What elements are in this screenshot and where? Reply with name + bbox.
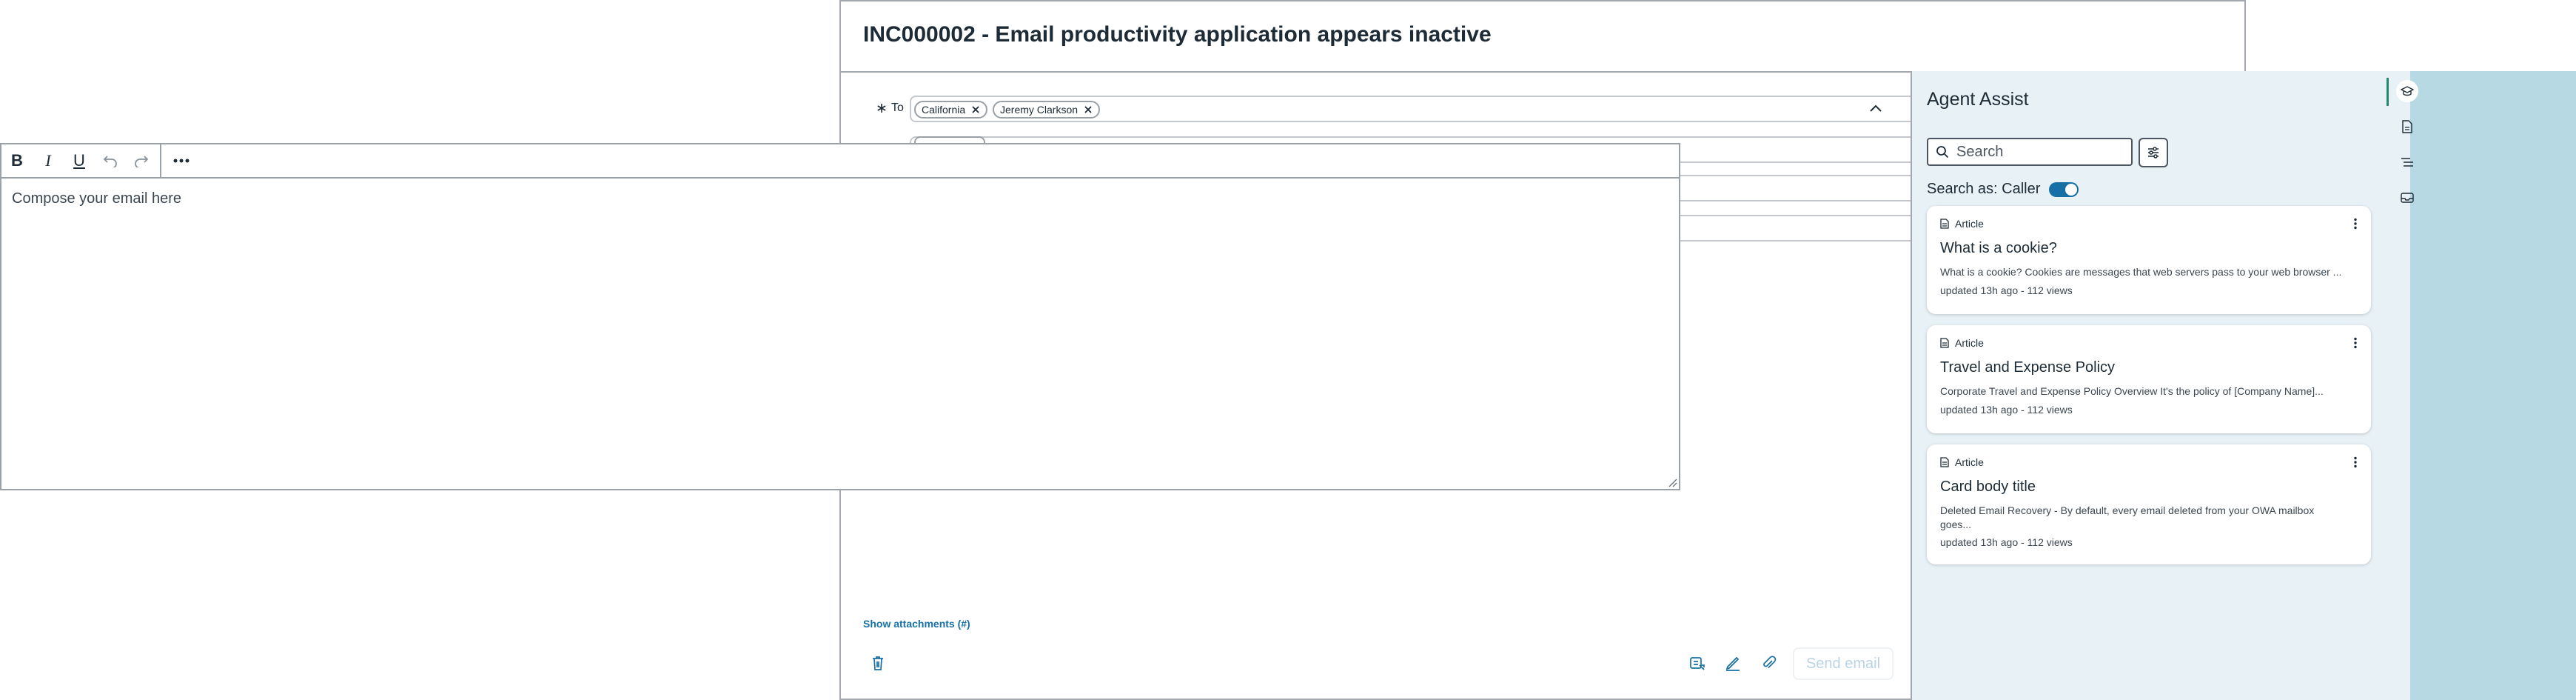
list-icon xyxy=(2401,158,2413,167)
to-label: To xyxy=(876,101,904,115)
composer-toolbar: B I U xyxy=(1,144,1679,179)
to-label-text: To xyxy=(891,101,904,114)
article-card[interactable]: Article Card body title Deleted Email Re… xyxy=(1927,444,2371,564)
resize-handle-icon[interactable] xyxy=(1667,477,1677,487)
to-field[interactable]: California Jeremy Clarkson xyxy=(910,96,1961,122)
more-vertical-icon[interactable] xyxy=(2353,337,2358,349)
card-type-label: Article xyxy=(1955,456,1984,468)
card-type: Article xyxy=(1940,456,1984,468)
search-box[interactable] xyxy=(1927,138,2133,166)
more-options-button[interactable] xyxy=(166,145,197,176)
paperclip-icon[interactable] xyxy=(1760,655,1777,671)
filter-button[interactable] xyxy=(2139,138,2168,167)
article-card[interactable]: Article Travel and Expense Policy Corpor… xyxy=(1927,325,2371,433)
signature-icon[interactable] xyxy=(1725,655,1741,671)
trash-icon[interactable] xyxy=(871,655,885,671)
undo-button[interactable] xyxy=(95,145,126,176)
search-icon xyxy=(1936,146,1949,159)
send-email-button[interactable]: Send email xyxy=(1793,647,1894,680)
more-horizontal-icon xyxy=(173,159,189,163)
rail-inbox-button[interactable] xyxy=(2396,187,2418,209)
right-rail xyxy=(2385,71,2576,700)
more-vertical-icon[interactable] xyxy=(2353,456,2358,468)
redo-icon xyxy=(135,156,149,167)
underline-button[interactable]: U xyxy=(64,145,95,176)
toolbar-divider xyxy=(160,144,161,178)
document-icon xyxy=(1940,457,1949,467)
record-header: INC000002 - Email productivity applicati… xyxy=(841,1,2244,73)
document-icon xyxy=(2402,120,2412,133)
insert-template-icon[interactable] xyxy=(1689,655,1705,671)
page-title: INC000002 - Email productivity applicati… xyxy=(863,22,1492,47)
card-meta: updated 13h ago - 112 views xyxy=(1940,404,2073,416)
bold-button[interactable]: B xyxy=(1,145,33,176)
recipient-name: California xyxy=(922,104,966,116)
recipient-pill[interactable]: California xyxy=(914,101,988,119)
document-icon xyxy=(1940,338,1949,348)
card-body: Corporate Travel and Expense Policy Over… xyxy=(1940,385,2324,397)
filter-sliders-icon xyxy=(2148,147,2159,159)
italic-button[interactable]: I xyxy=(33,145,64,176)
composer-placeholder[interactable]: Compose your email here xyxy=(12,190,181,207)
show-attachments-link[interactable]: Show attachments (#) xyxy=(863,618,970,630)
rail-active-indicator xyxy=(2387,78,2389,106)
more-vertical-icon[interactable] xyxy=(2353,218,2358,230)
card-body: Deleted Email Recovery - By default, eve… xyxy=(1940,504,2315,530)
card-type-label: Article xyxy=(1955,218,1984,230)
article-card[interactable]: Article What is a cookie? What is a cook… xyxy=(1927,206,2371,314)
card-title[interactable]: Card body title xyxy=(1940,479,2036,496)
card-body: What is a cookie? Cookies are messages t… xyxy=(1940,266,2342,278)
email-composer[interactable]: B I U Compose your email here xyxy=(0,143,1680,490)
rail-background xyxy=(2410,71,2576,700)
required-asterisk-icon xyxy=(877,104,886,113)
collapse-recipients-button[interactable] xyxy=(1865,98,1886,119)
caller-toggle[interactable] xyxy=(2049,181,2079,197)
card-type: Article xyxy=(1940,218,1984,230)
rail-document-button[interactable] xyxy=(2396,116,2418,138)
agent-assist-panel: Agent Assist Search as: Caller Article xyxy=(1911,71,2386,700)
agent-assist-title: Agent Assist xyxy=(1927,89,2029,110)
search-input[interactable] xyxy=(1956,143,2119,161)
recipient-name: Jeremy Clarkson xyxy=(1000,104,1079,116)
recipient-pill[interactable]: Jeremy Clarkson xyxy=(993,101,1101,119)
card-type-label: Article xyxy=(1955,337,1984,349)
knowledge-icon xyxy=(2401,86,2414,96)
card-meta: updated 13h ago - 112 views xyxy=(1940,284,2073,296)
search-as-row: Search as: Caller xyxy=(1927,181,2079,198)
card-title[interactable]: What is a cookie? xyxy=(1940,240,2057,257)
undo-icon xyxy=(103,156,117,167)
rail-knowledge-button[interactable] xyxy=(2396,80,2418,102)
rail-list-button[interactable] xyxy=(2396,151,2418,173)
search-as-label: Search as: Caller xyxy=(1927,181,2041,197)
redo-button[interactable] xyxy=(126,145,157,176)
inbox-icon xyxy=(2401,193,2414,203)
document-icon xyxy=(1940,219,1949,229)
chevron-up-icon xyxy=(1870,104,1882,112)
remove-recipient-icon[interactable] xyxy=(971,105,980,114)
card-meta: updated 13h ago - 112 views xyxy=(1940,536,2073,548)
card-title[interactable]: Travel and Expense Policy xyxy=(1940,359,2115,376)
remove-recipient-icon[interactable] xyxy=(1084,105,1093,114)
card-type: Article xyxy=(1940,337,1984,349)
